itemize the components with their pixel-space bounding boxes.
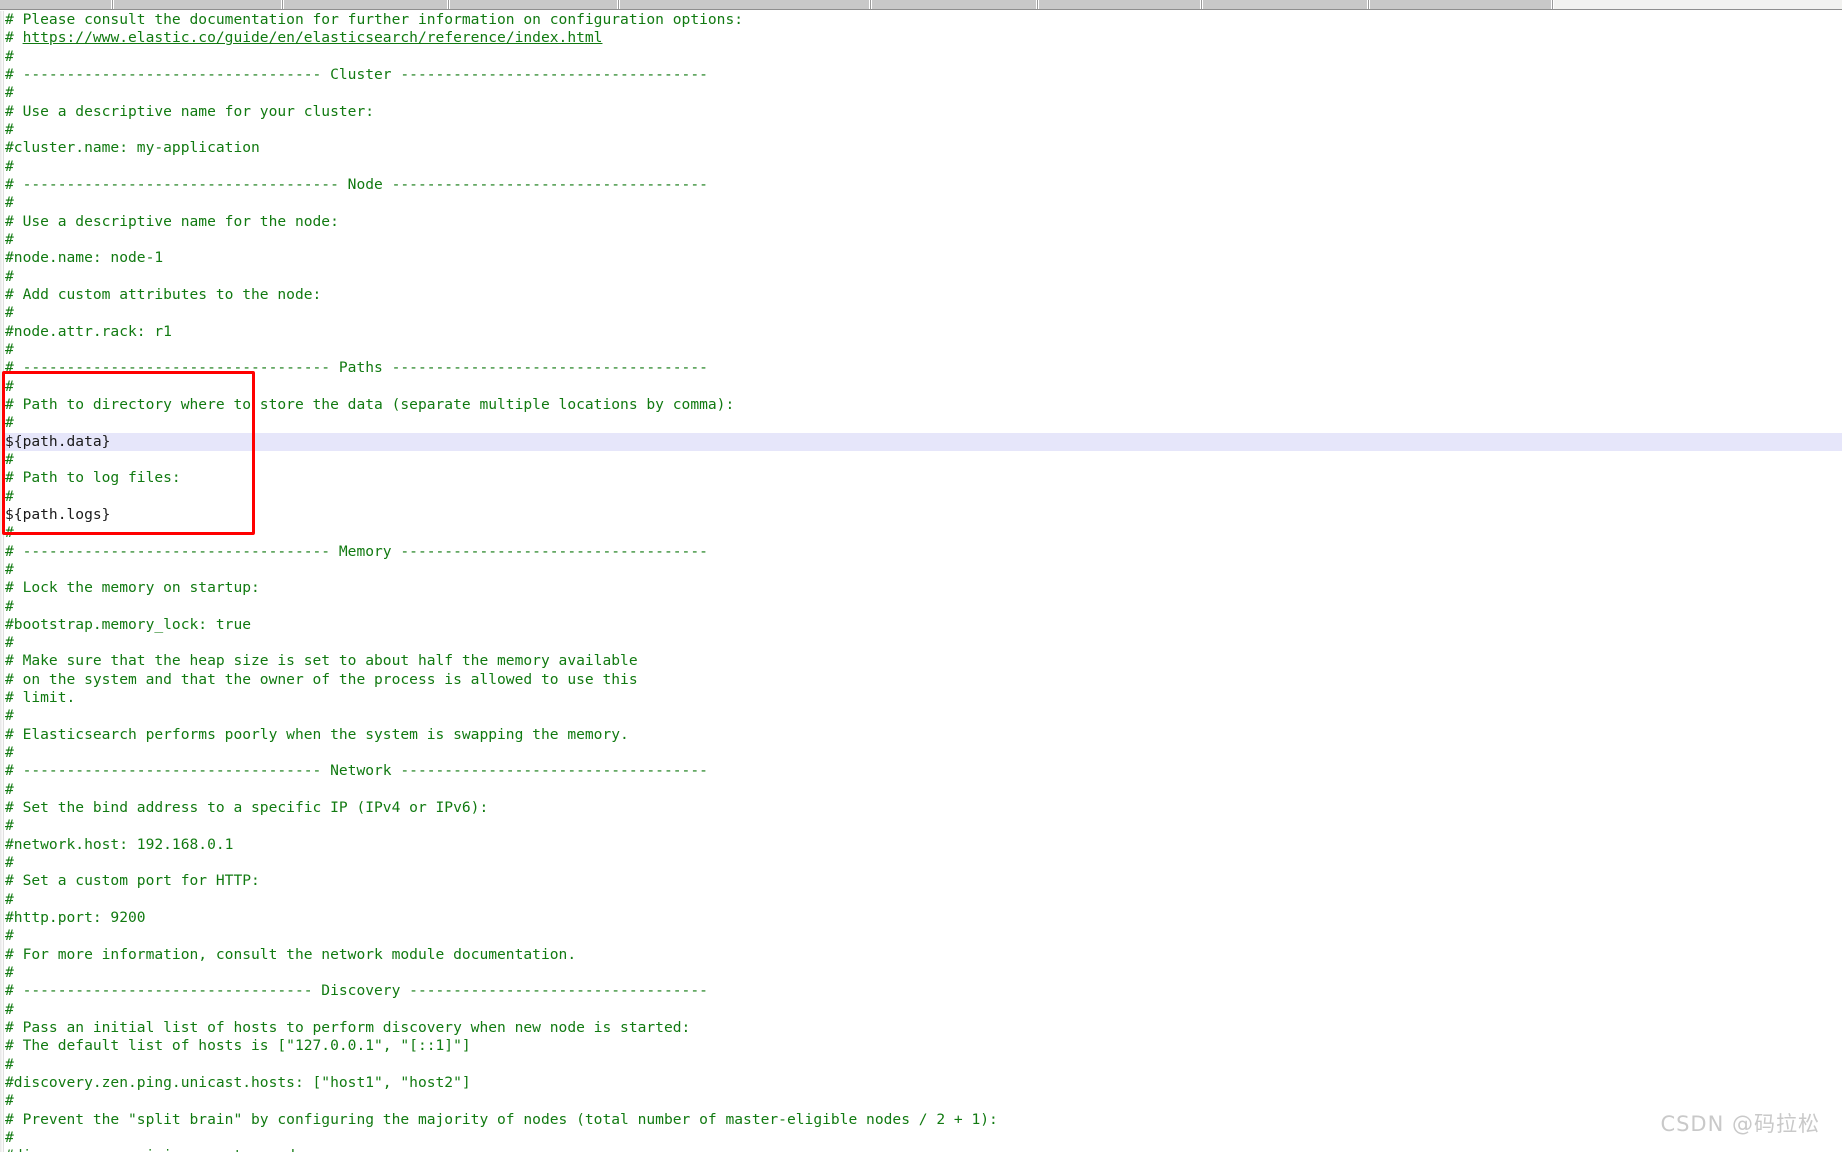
code-line[interactable]: # Set the bind address to a specific IP … (5, 799, 1842, 817)
code-line[interactable]: #discovery.zen.minimum_master_nodes: (5, 1147, 1842, 1152)
code-line[interactable]: # ---------------------------------- Net… (5, 762, 1842, 780)
code-line[interactable]: # (5, 927, 1842, 945)
code-line[interactable]: # (5, 158, 1842, 176)
code-line[interactable]: # Use a descriptive name for the node: (5, 213, 1842, 231)
toolbar-group-plugins[interactable] (1203, 0, 1368, 9)
code-line[interactable]: #node.attr.rack: r1 (5, 323, 1842, 341)
toolbar-group-macro[interactable] (872, 0, 1037, 9)
code-line[interactable]: # (5, 524, 1842, 542)
watermark: CSDN @码拉松 (1660, 1112, 1820, 1136)
code-line[interactable]: # Path to directory where to store the d… (5, 396, 1842, 414)
code-line[interactable]: # (5, 854, 1842, 872)
toolbar-group-file[interactable] (0, 0, 112, 9)
code-line[interactable]: # --------------------------------- Disc… (5, 982, 1842, 1000)
toolbar-group-edit[interactable] (114, 0, 282, 9)
code-line[interactable]: #discovery.zen.ping.unicast.hosts: ["hos… (5, 1074, 1842, 1092)
code-line[interactable]: #bootstrap.memory_lock: true (5, 616, 1842, 634)
code-line[interactable]: # (5, 781, 1842, 799)
code-line[interactable]: # (5, 341, 1842, 359)
code-line[interactable]: # https://www.elastic.co/guide/en/elasti… (5, 29, 1842, 47)
code-line[interactable]: # Set a custom port for HTTP: (5, 872, 1842, 890)
code-line[interactable]: # ----------------------------------- Me… (5, 543, 1842, 561)
editor-window: # Please consult the documentation for f… (0, 0, 1842, 1152)
code-line[interactable]: # (5, 414, 1842, 432)
code-line[interactable]: # (5, 378, 1842, 396)
code-line[interactable]: #network.host: 192.168.0.1 (5, 836, 1842, 854)
code-line[interactable]: # (5, 1129, 1842, 1147)
code-line[interactable]: # (5, 194, 1842, 212)
code-line[interactable]: # ------------------------------------ N… (5, 176, 1842, 194)
code-line[interactable]: # Please consult the documentation for f… (5, 11, 1842, 29)
code-line[interactable]: #node.name: node-1 (5, 249, 1842, 267)
code-line[interactable]: # (5, 964, 1842, 982)
code-line[interactable]: ${path.data} (0, 432, 1842, 452)
editor-gutter (0, 11, 4, 1152)
code-line[interactable]: # ---------------------------------- Clu… (5, 66, 1842, 84)
code-line[interactable]: # Add custom attributes to the node: (5, 286, 1842, 304)
code-line[interactable]: # (5, 707, 1842, 725)
toolbar-group-run[interactable] (1039, 0, 1201, 9)
documentation-link[interactable]: https://www.elastic.co/guide/en/elastics… (23, 29, 603, 46)
code-line[interactable]: # on the system and that the owner of th… (5, 671, 1842, 689)
code-line[interactable]: # (5, 48, 1842, 66)
code-line[interactable]: # (5, 891, 1842, 909)
text-editor-area[interactable]: # Please consult the documentation for f… (0, 11, 1842, 1152)
code-line[interactable]: # (5, 1056, 1842, 1074)
code-line[interactable]: # The default list of hosts is ["127.0.0… (5, 1037, 1842, 1055)
code-line[interactable]: # (5, 304, 1842, 322)
code-lines[interactable]: # Please consult the documentation for f… (0, 11, 1842, 1152)
code-line[interactable]: # (5, 488, 1842, 506)
code-line[interactable]: # (5, 598, 1842, 616)
code-line[interactable]: # Prevent the "split brain" by configuri… (5, 1111, 1842, 1129)
code-line[interactable]: # limit. (5, 689, 1842, 707)
code-line[interactable]: # (5, 268, 1842, 286)
code-line[interactable]: # Make sure that the heap size is set to… (5, 652, 1842, 670)
code-line[interactable]: # (5, 1092, 1842, 1110)
toolbar-group-window[interactable] (1370, 0, 1552, 9)
toolbar-empty-area (1554, 0, 1842, 9)
code-line[interactable]: # (5, 1001, 1842, 1019)
toolbar-strip[interactable] (0, 0, 1842, 10)
toolbar-group-view[interactable] (450, 0, 618, 9)
code-line[interactable]: # (5, 84, 1842, 102)
code-line[interactable]: # (5, 817, 1842, 835)
code-line[interactable]: # Path to log files: (5, 469, 1842, 487)
code-line[interactable]: ${path.logs} (5, 506, 1842, 524)
code-line[interactable]: # Elasticsearch performs poorly when the… (5, 726, 1842, 744)
code-line[interactable]: # Pass an initial list of hosts to perfo… (5, 1019, 1842, 1037)
code-line[interactable]: # (5, 231, 1842, 249)
code-line[interactable]: #http.port: 9200 (5, 909, 1842, 927)
code-line[interactable]: # Lock the memory on startup: (5, 579, 1842, 597)
code-line[interactable]: # Use a descriptive name for your cluste… (5, 103, 1842, 121)
toolbar-group-format[interactable] (620, 0, 870, 9)
code-line[interactable]: # (5, 121, 1842, 139)
toolbar-group-search[interactable] (284, 0, 448, 9)
code-line[interactable]: # (5, 634, 1842, 652)
code-line[interactable]: # (5, 744, 1842, 762)
code-line[interactable]: # For more information, consult the netw… (5, 946, 1842, 964)
code-line[interactable]: #cluster.name: my-application (5, 139, 1842, 157)
code-line[interactable]: # ----------------------------------- Pa… (5, 359, 1842, 377)
code-line[interactable]: # (5, 451, 1842, 469)
code-line[interactable]: # (5, 561, 1842, 579)
